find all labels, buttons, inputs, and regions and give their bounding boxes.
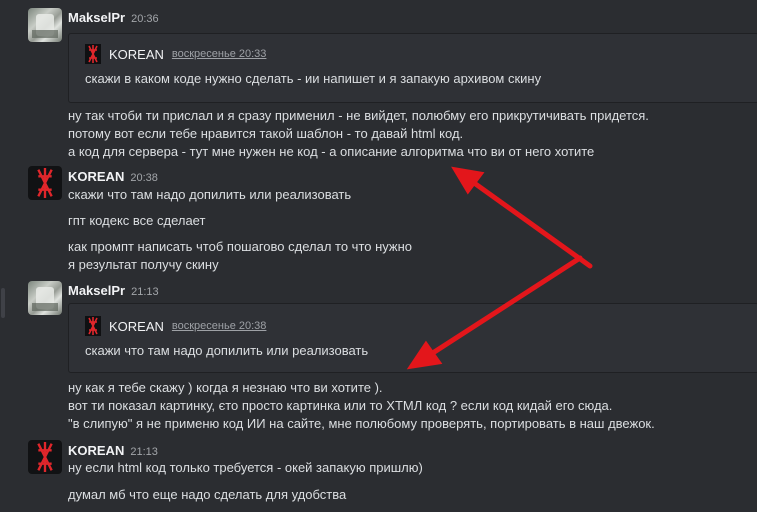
annotation-arrows <box>406 166 593 370</box>
arrow-to-message-upper <box>467 177 593 269</box>
arrow-head-lower <box>406 340 443 370</box>
arrow-to-quote-lower <box>422 255 583 361</box>
